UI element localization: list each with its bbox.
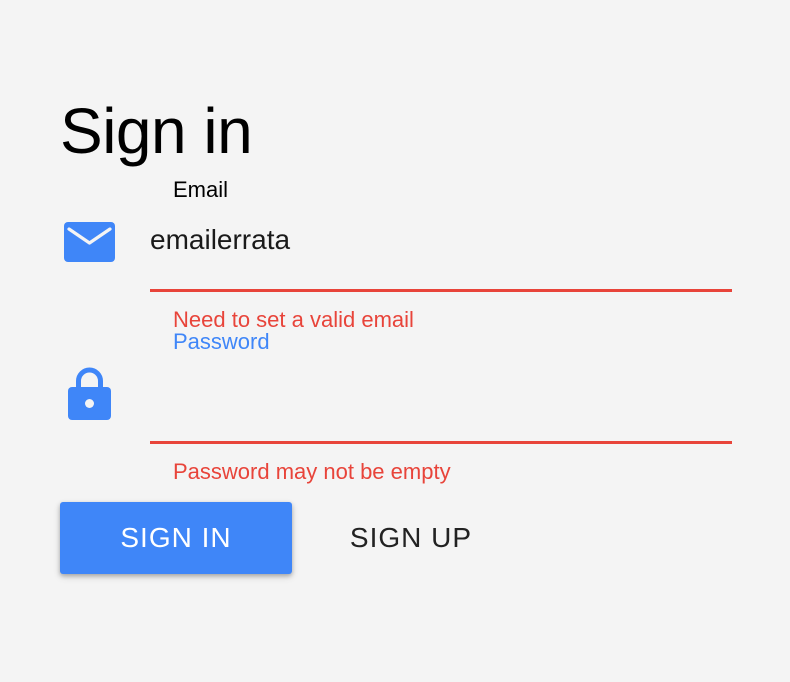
password-error-message: Password may not be empty (173, 459, 451, 484)
email-label: Email (173, 177, 229, 202)
password-field[interactable] (150, 370, 732, 444)
sign-up-button[interactable]: SIGN UP (304, 502, 518, 574)
sign-in-button[interactable]: SIGN IN (60, 502, 292, 574)
mail-icon (64, 222, 115, 262)
password-label: Password (173, 329, 270, 354)
page-title: Sign in (60, 95, 253, 167)
lock-icon (68, 367, 111, 420)
email-field[interactable] (150, 220, 732, 292)
